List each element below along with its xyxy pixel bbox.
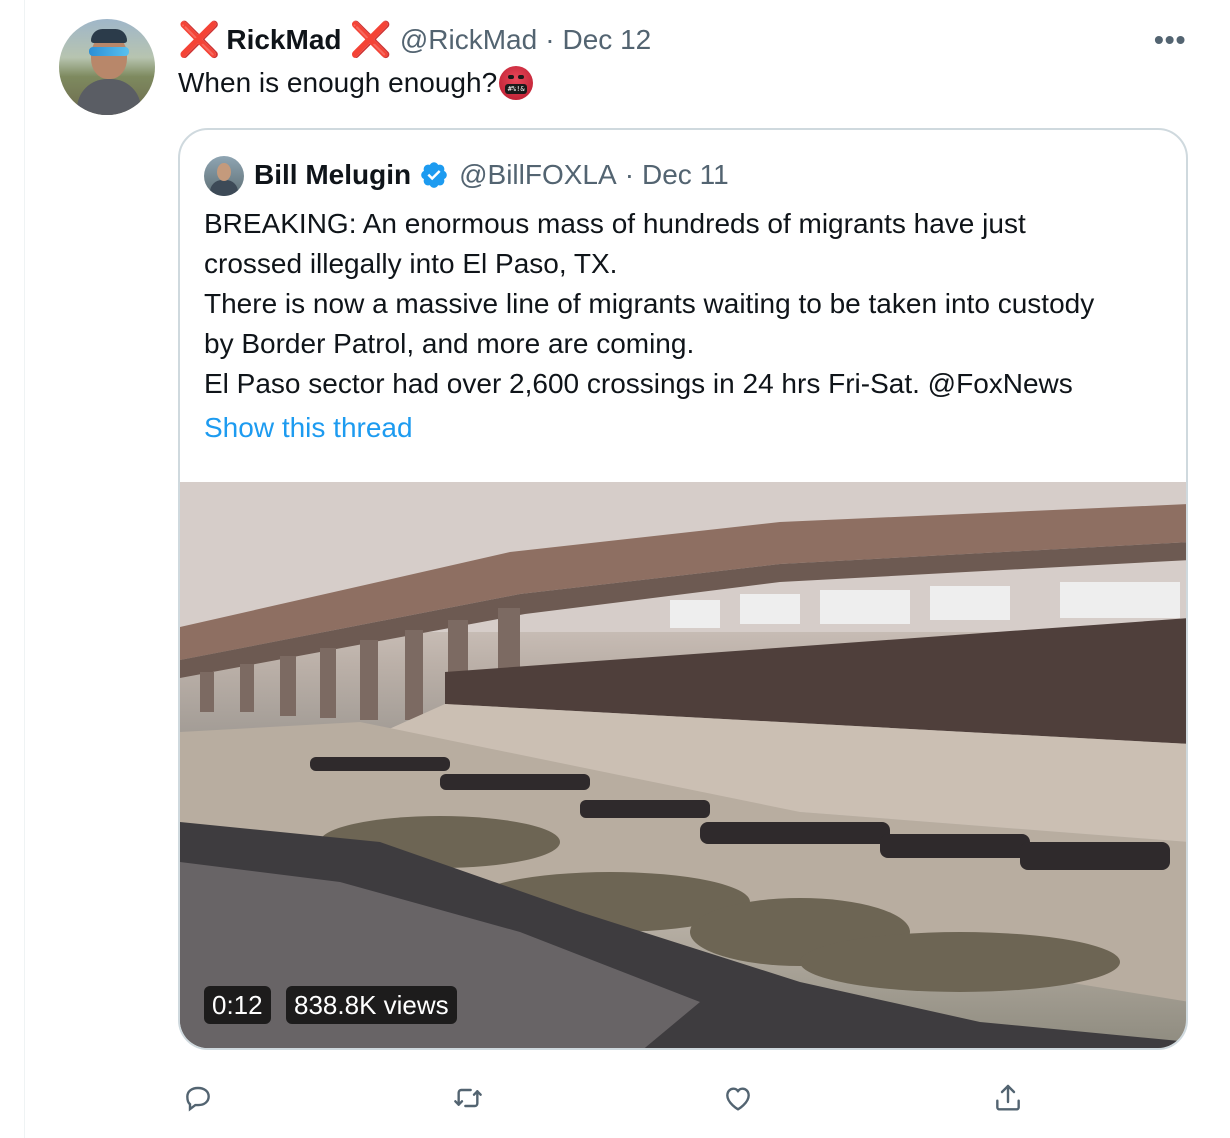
- quoted-text-line: by Border Patrol, and more are coming.: [204, 328, 695, 359]
- emoji-eye: [508, 75, 515, 79]
- reply-button[interactable]: [178, 1078, 218, 1118]
- quoted-tweet[interactable]: Bill Melugin @BillFOXLA · Dec 11 BREAKIN…: [178, 128, 1188, 1050]
- quoted-author-handle[interactable]: @BillFOXLA: [459, 159, 617, 191]
- heart-icon: [726, 1087, 750, 1111]
- timeline-divider: [24, 0, 25, 1138]
- avatar-head: [217, 163, 231, 181]
- tweet-text-content: When is enough enough?: [178, 67, 498, 98]
- show-thread-link[interactable]: Show this thread: [204, 412, 413, 444]
- quoted-text-line: There is now a massive line of migrants …: [204, 288, 1095, 319]
- tweet-date[interactable]: Dec 12: [563, 24, 652, 56]
- like-button[interactable]: [718, 1078, 758, 1118]
- video-player[interactable]: 0:12 838.8K views: [180, 482, 1186, 1048]
- verified-badge-icon: [421, 162, 447, 188]
- quoted-text-line: El Paso sector had over 2,600 crossings …: [204, 368, 1073, 399]
- quoted-tweet-header: Bill Melugin @BillFOXLA · Dec 11: [254, 158, 729, 192]
- avatar-shirt: [210, 180, 238, 196]
- quoted-tweet-date[interactable]: Dec 11: [642, 159, 729, 191]
- avatar-shoulders: [77, 79, 141, 115]
- tweet-text: When is enough enough? #%!&: [178, 66, 534, 100]
- separator-dot: ·: [624, 159, 635, 190]
- retweet-icon: [454, 1088, 482, 1108]
- quoted-author-name[interactable]: Bill Melugin: [254, 159, 411, 191]
- author-handle[interactable]: @RickMad: [400, 24, 537, 56]
- quoted-text-line: crossed illegally into El Paso, TX.: [204, 248, 618, 279]
- tweet-header: ❌ RickMad ❌ @RickMad · Dec 12: [178, 22, 651, 58]
- quoted-text-line: BREAKING: An enormous mass of hundreds o…: [204, 208, 1026, 239]
- share-button[interactable]: [988, 1078, 1028, 1118]
- share-icon: [996, 1084, 1020, 1111]
- quoted-tweet-text: BREAKING: An enormous mass of hundreds o…: [204, 204, 1174, 404]
- author-name[interactable]: RickMad: [226, 24, 341, 56]
- emoji-mouth: #%!&: [505, 84, 528, 94]
- cross-mark-icon: ❌: [178, 21, 221, 59]
- avatar-cap: [91, 29, 127, 43]
- emoji-eye: [518, 75, 525, 79]
- quoted-author-avatar[interactable]: [204, 156, 244, 196]
- cross-mark-icon: ❌: [349, 21, 392, 59]
- tweet-actions: [0, 1078, 1230, 1118]
- cursing-face-emoji-icon: #%!&: [499, 66, 534, 100]
- retweet-button[interactable]: [448, 1078, 488, 1118]
- separator-dot: ·: [545, 24, 555, 55]
- video-duration-badge: 0:12: [204, 986, 271, 1024]
- avatar-sunglasses: [89, 47, 129, 56]
- video-frame-illustration: [180, 482, 1186, 1048]
- video-views-badge: 838.8K views: [286, 986, 457, 1024]
- more-options-icon[interactable]: •••: [1154, 24, 1186, 56]
- author-avatar[interactable]: [59, 19, 155, 115]
- reply-icon: [186, 1086, 210, 1112]
